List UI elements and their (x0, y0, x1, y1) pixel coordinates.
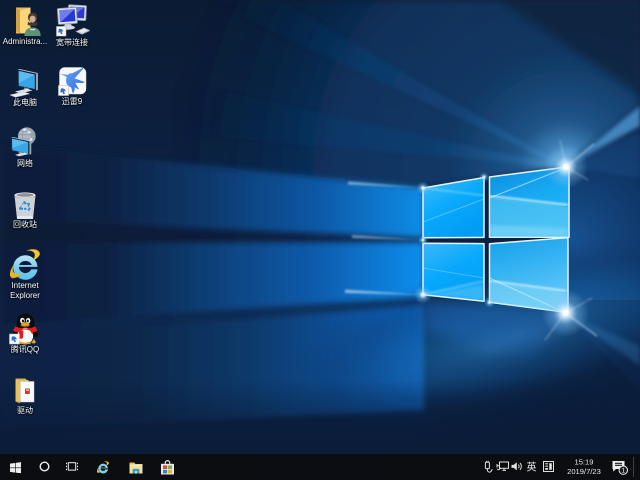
svg-text:1: 1 (621, 468, 625, 475)
svg-text:15:19: 15:19 (574, 458, 593, 467)
svg-text:英: 英 (527, 461, 537, 474)
svg-text:2019/7/23: 2019/7/23 (567, 467, 601, 476)
